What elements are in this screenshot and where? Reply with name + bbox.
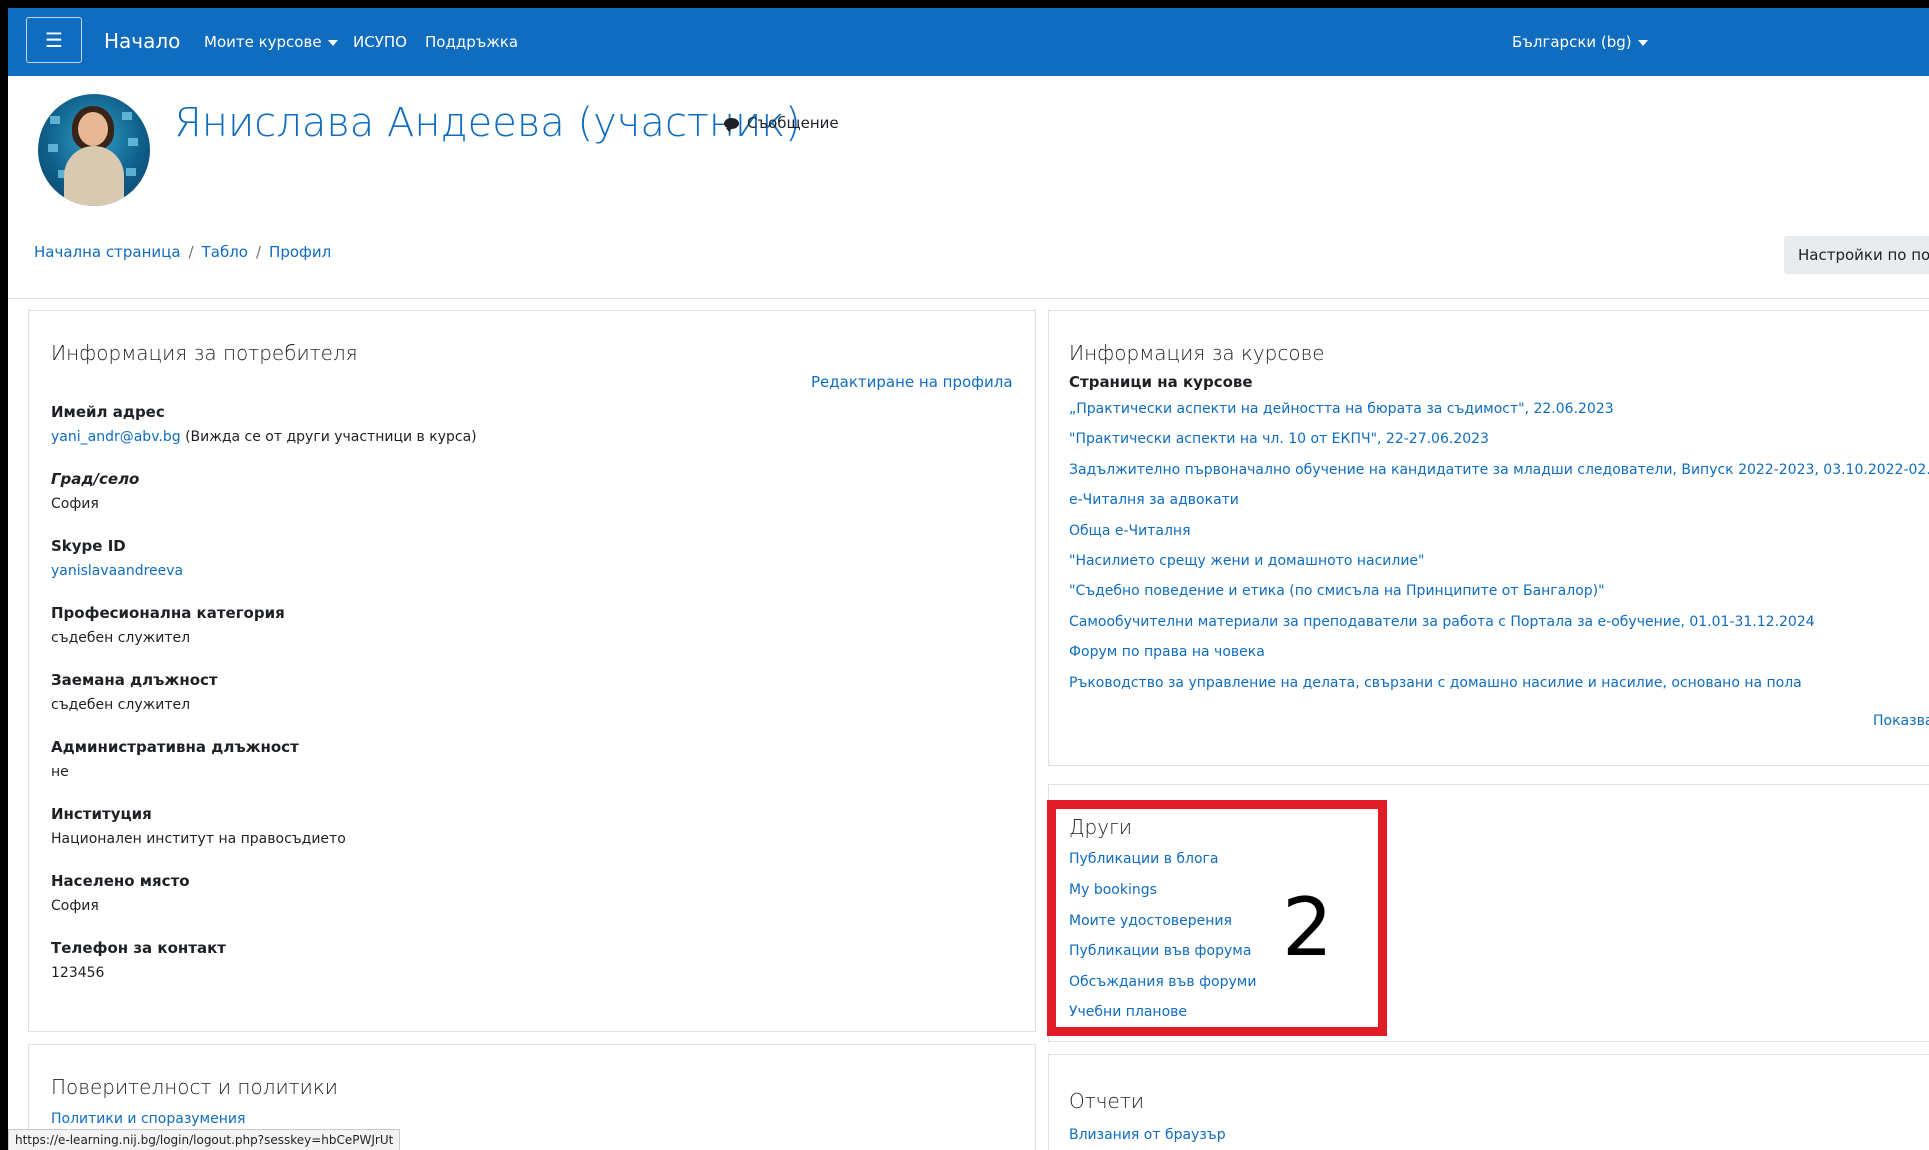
city-label: Град/село (51, 470, 140, 488)
admin-position-value: не (51, 764, 69, 780)
position-label: Заемана длъжност (51, 671, 218, 689)
course-link[interactable]: Форум по права на човека (1069, 644, 1265, 660)
course-link[interactable]: Ръководство за управление на делата, свъ… (1069, 675, 1802, 691)
course-link[interactable]: Обща е-Читалня (1069, 523, 1191, 539)
institution-label: Институция (51, 805, 152, 823)
user-info-title: Информация за потребителя (51, 341, 358, 365)
top-navbar: ☰ Начало Моите курсове ИСУПО Поддръжка Б… (8, 8, 1929, 76)
phone-label: Телефон за контакт (51, 939, 226, 957)
breadcrumb-separator: / (188, 243, 194, 261)
language-menu[interactable]: Български (bg) (1512, 33, 1648, 51)
email-row: yani_andr@abv.bg (Вижда се от други учас… (51, 429, 477, 445)
breadcrumb-profile[interactable]: Профил (269, 243, 331, 261)
browser-status-bar: https://e-learning.nij.bg/login/logout.p… (8, 1129, 401, 1150)
learning-plans-link[interactable]: Учебни планове (1069, 1004, 1187, 1020)
message-button[interactable]: Съобщение (724, 114, 839, 132)
breadcrumb: Начална страница / Табло / Профил (34, 243, 331, 261)
city-value: София (51, 496, 99, 512)
other-card: Други Публикации в блога My bookings Мои… (1048, 784, 1929, 1042)
avatar (38, 94, 150, 206)
category-label: Професионална категория (51, 604, 285, 622)
email-note: (Вижда се от други участници в курса) (185, 429, 477, 445)
breadcrumb-home[interactable]: Начална страница (34, 243, 181, 261)
skype-label: Skype ID (51, 537, 126, 555)
my-bookings-link[interactable]: My bookings (1069, 882, 1157, 898)
speech-bubble-icon (724, 118, 739, 132)
hamburger-icon: ☰ (45, 28, 63, 52)
course-link[interactable]: "Практически аспекти на чл. 10 от ЕКПЧ",… (1069, 431, 1489, 447)
course-link[interactable]: "Съдебно поведение и етика (по смисъла н… (1069, 583, 1605, 599)
course-pages-label: Страници на курсове (1069, 373, 1253, 391)
forum-posts-link[interactable]: Публикации във форума (1069, 943, 1251, 959)
course-info-title: Информация за курсове (1069, 341, 1325, 365)
chevron-down-icon (1637, 39, 1648, 46)
other-title: Други (1069, 815, 1133, 839)
phone-value: 123456 (51, 965, 105, 981)
settings-button[interactable]: Настройки по под (1784, 236, 1929, 274)
forum-discussions-link[interactable]: Обсъждания във форуми (1069, 974, 1256, 990)
screen-frame (0, 0, 1929, 8)
course-link[interactable]: е-Читалня за адвокати (1069, 492, 1239, 508)
institution-value: Национален институт на правосъдието (51, 831, 346, 847)
nav-support-link[interactable]: Поддръжка (425, 33, 518, 51)
position-value: съдебен служител (51, 697, 191, 713)
admin-position-label: Административна длъжност (51, 738, 299, 756)
menu-toggle-button[interactable]: ☰ (26, 17, 82, 63)
privacy-title: Поверителност и политики (51, 1075, 338, 1099)
course-link[interactable]: „Практически аспекти на дейността на бюр… (1069, 401, 1614, 417)
place-value: София (51, 898, 99, 914)
edit-profile-link[interactable]: Редактиране на профила (811, 373, 1013, 391)
blog-posts-link[interactable]: Публикации в блога (1069, 851, 1219, 867)
browser-sessions-link[interactable]: Влизания от браузър (1069, 1127, 1226, 1143)
browser-window: ☰ Начало Моите курсове ИСУПО Поддръжка Б… (8, 8, 1929, 1150)
category-value: съдебен служител (51, 630, 191, 646)
my-certificates-link[interactable]: Моите удостоверения (1069, 913, 1232, 929)
course-link[interactable]: Задължително първоначално обучение на ка… (1069, 462, 1929, 478)
nav-home-link[interactable]: Начало (104, 29, 180, 53)
skype-link[interactable]: yanislavaandreeva (51, 563, 183, 579)
language-label: Български (bg) (1512, 33, 1632, 51)
course-link[interactable]: Самообучителни материали за преподавател… (1069, 614, 1815, 630)
header-divider (8, 298, 1929, 299)
policies-link[interactable]: Политики и споразумения (51, 1111, 245, 1127)
course-link[interactable]: "Насилието срещу жени и домашното насили… (1069, 553, 1424, 569)
course-info-card: Информация за курсове Страници на курсов… (1048, 310, 1929, 766)
nav-my-courses-label: Моите курсове (204, 33, 322, 51)
email-label: Имейл адрес (51, 403, 165, 421)
annotation-number: 2 (1282, 881, 1333, 974)
place-label: Населено място (51, 872, 190, 890)
message-label: Съобщение (747, 114, 839, 132)
page-title: Янислава Андеева (участник) (174, 100, 801, 146)
show-more-link[interactable]: Показван (1873, 713, 1929, 729)
reports-title: Отчети (1069, 1089, 1144, 1113)
breadcrumb-separator: / (255, 243, 262, 261)
nav-my-courses[interactable]: Моите курсове (204, 33, 338, 51)
nav-isupo-link[interactable]: ИСУПО (353, 33, 407, 51)
reports-card: Отчети Влизания от браузър (1048, 1054, 1929, 1150)
breadcrumb-dashboard[interactable]: Табло (202, 243, 248, 261)
user-info-card: Информация за потребителя Редактиране на… (28, 310, 1036, 1032)
chevron-down-icon (327, 39, 338, 46)
email-link[interactable]: yani_andr@abv.bg (51, 429, 181, 445)
